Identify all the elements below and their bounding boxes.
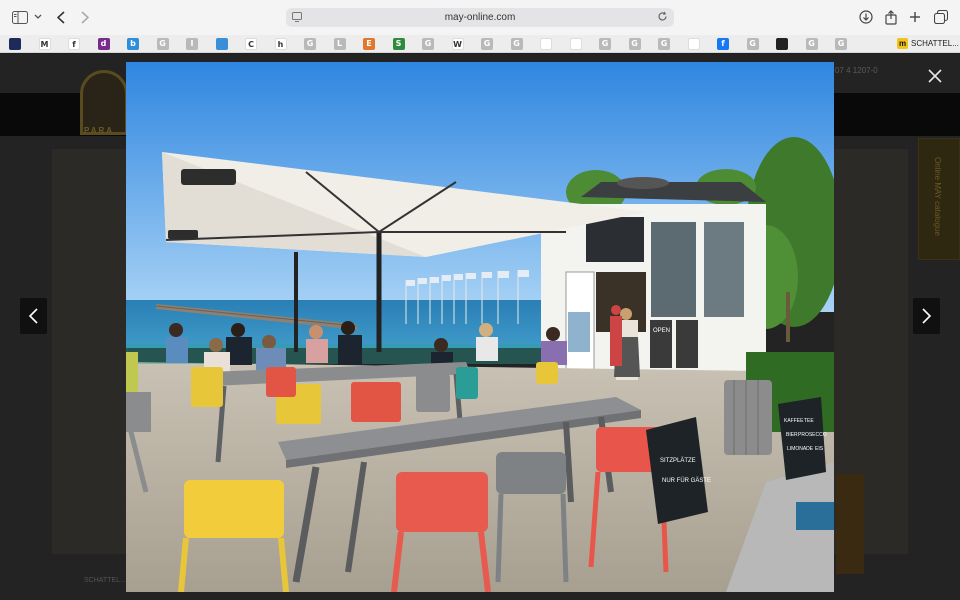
next-image-button[interactable]: [913, 298, 940, 334]
tab-overview-icon[interactable]: [932, 8, 950, 26]
generic-favicon[interactable]: G: [658, 38, 670, 50]
h-favicon[interactable]: h: [274, 38, 287, 50]
left-panel: [52, 149, 128, 554]
forward-arrow-icon[interactable]: [78, 8, 92, 26]
favorite-schattel[interactable]: m SCHATTEL...: [897, 38, 959, 49]
cafe-terrace-photo: OPEN SITZPLÄTZE NUR FÜR GÄSTE KAFFEE TEE…: [126, 62, 834, 592]
wikipedia-favicon[interactable]: W: [451, 38, 464, 50]
sign-board-2-line-5: LIMONADE: [787, 446, 814, 452]
favorite-label: SCHATTEL...: [911, 39, 959, 48]
generic-favicon[interactable]: G: [599, 38, 611, 50]
d-favicon[interactable]: d: [97, 38, 110, 50]
globe-favicon[interactable]: [215, 38, 228, 50]
sign-board-2-line-6: EIS: [815, 446, 824, 452]
red-bird-favicon[interactable]: [687, 38, 700, 50]
close-icon: [928, 69, 942, 83]
address-bar[interactable]: may-online.com: [286, 8, 674, 27]
sign-board-2-line-2: TEE: [804, 418, 814, 424]
sign-board-1-line-1: SITZPLÄTZE: [660, 457, 696, 464]
e-favicon[interactable]: E: [363, 38, 375, 50]
generic-favicon[interactable]: G: [805, 38, 818, 50]
generic-favicon[interactable]: G: [422, 38, 434, 50]
share-icon[interactable]: [883, 8, 899, 26]
b-favicon[interactable]: b: [127, 38, 139, 50]
generic-favicon[interactable]: G: [628, 38, 641, 50]
sign-board-1-line-2: NUR FÜR GÄSTE: [662, 477, 711, 484]
orange-panel: [836, 474, 864, 574]
gmail-favicon[interactable]: M: [38, 38, 51, 50]
shield-favicon[interactable]: [9, 38, 21, 50]
facebook-favicon[interactable]: f: [717, 38, 729, 50]
catalogue-tab: Online MAY catalogue: [918, 138, 960, 260]
dark-favicon[interactable]: [776, 38, 788, 50]
generic-favicon[interactable]: G: [156, 38, 169, 50]
favorites-bar: m SCHATTEL... Mf d b G I Ch G L E S G W G G G G Gf G G G: [0, 35, 960, 53]
generic-favicon[interactable]: L: [333, 38, 346, 50]
browser-toolbar: may-online.com: [0, 0, 960, 35]
chevron-left-icon: [29, 308, 38, 324]
lightbox-photo: OPEN SITZPLÄTZE NUR FÜR GÄSTE KAFFEE TEE…: [126, 62, 834, 592]
phone-number: 07 4 1207-0: [835, 66, 878, 75]
emblem-favicon[interactable]: [540, 38, 552, 50]
generic-favicon[interactable]: G: [481, 38, 493, 50]
back-arrow-icon[interactable]: [54, 8, 68, 26]
chevron-right-icon: [922, 308, 931, 324]
chevron-down-icon[interactable]: [33, 8, 43, 26]
open-sign: OPEN: [653, 328, 670, 334]
sign-board-2-line-3: BIER: [786, 432, 798, 438]
s-favicon[interactable]: S: [392, 38, 405, 50]
footer-text: SCHATTEL...: [84, 577, 126, 584]
emblem-favicon[interactable]: [569, 38, 582, 50]
generic-favicon[interactable]: G: [746, 38, 759, 50]
site-logo-text: PARA: [84, 126, 115, 135]
generic-favicon[interactable]: I: [186, 38, 198, 50]
close-lightbox-button[interactable]: [923, 64, 947, 88]
sidebar-toggle-icon[interactable]: [10, 8, 30, 26]
sign-board-2-line-4: PROSECCO: [798, 432, 827, 438]
f-favicon[interactable]: f: [68, 38, 80, 50]
c-favicon[interactable]: C: [245, 38, 257, 50]
downloads-icon[interactable]: [858, 8, 874, 26]
generic-favicon[interactable]: G: [304, 38, 316, 50]
may-logo-icon: m: [897, 38, 908, 49]
catalogue-tab-label: Online MAY catalogue: [933, 157, 942, 236]
sign-board-2-line-1: KAFFEE: [784, 418, 804, 424]
generic-favicon[interactable]: G: [510, 38, 523, 50]
new-tab-icon[interactable]: [907, 8, 923, 26]
page-icon: [292, 12, 302, 25]
generic-favicon[interactable]: G: [835, 38, 847, 50]
reload-icon[interactable]: [657, 11, 668, 25]
previous-image-button[interactable]: [20, 298, 47, 334]
address-text: may-online.com: [444, 12, 516, 23]
